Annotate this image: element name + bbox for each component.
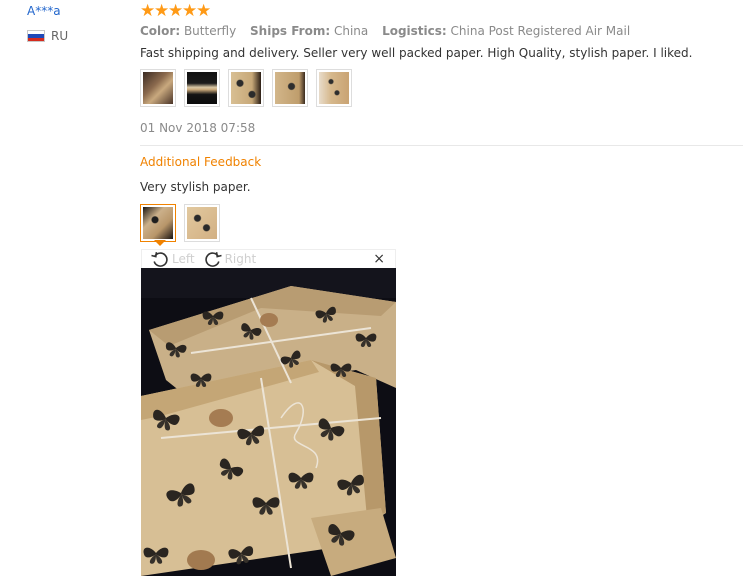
- photo-thumbnail[interactable]: [316, 69, 352, 107]
- country-code: RU: [51, 29, 69, 43]
- color-value: Butterfly: [183, 24, 237, 38]
- star-icon: ★: [140, 1, 156, 21]
- rotate-right-icon: [204, 252, 222, 267]
- additional-photo-thumbnail-selected[interactable]: [140, 204, 176, 242]
- feedback-date: 01 Nov 2018 07:58: [140, 121, 256, 135]
- photo-viewer-toolbar: Left Right ×: [141, 249, 396, 268]
- feedback-text: Fast shipping and delivery. Seller very …: [140, 46, 693, 60]
- photo-thumbnail[interactable]: [140, 69, 176, 107]
- photo-thumbnail[interactable]: [272, 69, 308, 107]
- star-icon: ★: [182, 1, 198, 21]
- rotate-right-button[interactable]: Right: [203, 250, 257, 268]
- ships-from-label: Ships From:: [250, 24, 331, 38]
- additional-feedback-title: Additional Feedback: [140, 155, 262, 169]
- star-icon: ★: [154, 1, 170, 21]
- star-icon: ★: [168, 1, 184, 21]
- rotate-left-label: Left: [172, 252, 195, 266]
- color-attribute: Color: Butterfly: [140, 24, 236, 38]
- selected-photo-caret: [154, 240, 166, 246]
- additional-feedback-text: Very stylish paper.: [140, 180, 251, 194]
- enlarged-photo: [141, 268, 396, 576]
- ships-from-value: China: [333, 24, 369, 38]
- color-label: Color:: [140, 24, 181, 38]
- star-icon: ★: [196, 1, 212, 21]
- rotate-left-icon: [151, 252, 168, 267]
- additional-feedback-photos: [140, 204, 220, 242]
- ships-from-attribute: Ships From: China: [250, 24, 368, 38]
- logistics-value: China Post Registered Air Mail: [450, 24, 631, 38]
- logistics-attribute: Logistics: China Post Registered Air Mai…: [382, 24, 630, 38]
- photo-thumbnail[interactable]: [184, 69, 220, 107]
- reviewer-name[interactable]: A***a: [27, 4, 61, 18]
- close-icon[interactable]: ×: [373, 251, 385, 267]
- rotate-left-button[interactable]: Left: [150, 250, 195, 268]
- rotate-right-label: Right: [224, 252, 257, 266]
- russia-flag-icon: [27, 30, 45, 42]
- additional-photo-thumbnail[interactable]: [184, 204, 220, 242]
- logistics-label: Logistics:: [382, 24, 447, 38]
- feedback-photos: [140, 69, 352, 107]
- photo-thumbnail[interactable]: [228, 69, 264, 107]
- order-attributes: Color: Butterfly Ships From: China Logis…: [140, 24, 640, 38]
- divider: [140, 145, 743, 146]
- star-rating: ★ ★ ★ ★ ★: [140, 1, 212, 21]
- reviewer-country: RU: [27, 29, 68, 43]
